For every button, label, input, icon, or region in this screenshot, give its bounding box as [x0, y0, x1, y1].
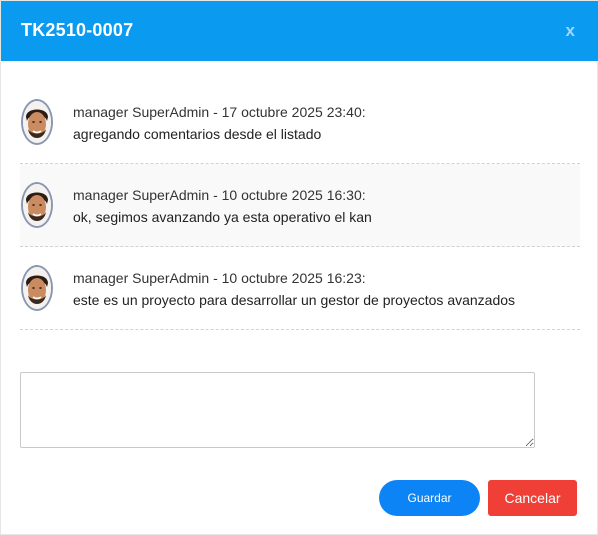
modal-title: TK2510-0007	[21, 20, 134, 40]
user-avatar-icon	[21, 99, 53, 145]
user-avatar-icon	[21, 182, 53, 228]
comment-meta: manager SuperAdmin - 10 octubre 2025 16:…	[73, 187, 366, 203]
comment-item: manager SuperAdmin - 10 octubre 2025 16:…	[20, 164, 580, 247]
cancel-button[interactable]: Cancelar	[488, 480, 577, 516]
user-avatar-icon	[21, 265, 53, 311]
save-button[interactable]: Guardar	[379, 480, 480, 516]
comment-list: manager SuperAdmin - 17 octubre 2025 23:…	[20, 81, 580, 330]
comment-textarea[interactable]	[20, 372, 535, 448]
comment-meta: manager SuperAdmin - 10 octubre 2025 16:…	[73, 270, 366, 286]
comments-modal: TK2510-0007 x manager SuperAdmin - 17 oc…	[0, 0, 598, 535]
comment-item: manager SuperAdmin - 10 octubre 2025 16:…	[20, 247, 580, 330]
close-icon[interactable]: x	[566, 21, 575, 41]
comment-item: manager SuperAdmin - 17 octubre 2025 23:…	[20, 81, 580, 164]
modal-header: TK2510-0007 x	[1, 1, 598, 61]
comment-text: agregando comentarios desde el listado	[73, 126, 322, 142]
comment-meta: manager SuperAdmin - 17 octubre 2025 23:…	[73, 104, 366, 120]
comment-text: este es un proyecto para desarrollar un …	[73, 292, 516, 308]
comment-text: ok, segimos avanzando ya esta operativo …	[73, 209, 372, 225]
